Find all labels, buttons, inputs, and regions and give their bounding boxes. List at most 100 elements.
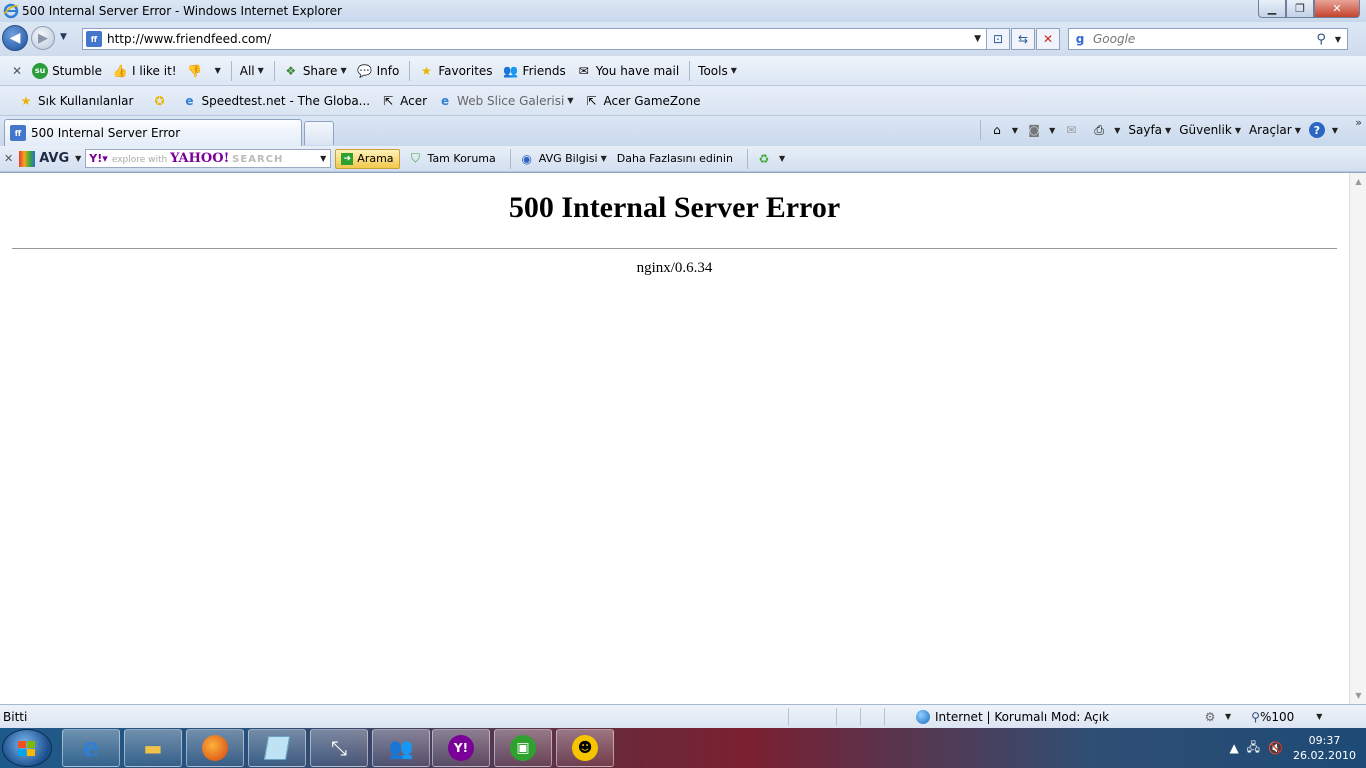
title-bar: 500 Internal Server Error - Windows Inte…: [0, 0, 1366, 22]
scroll-up-icon[interactable]: ▲: [1350, 173, 1366, 190]
tab-row: ff 500 Internal Server Error ⌂ ▼ ◙ ▼ ✉ ⎙…: [0, 116, 1366, 146]
friends-button[interactable]: 👥 Friends: [503, 63, 566, 79]
new-tab-button[interactable]: [304, 121, 334, 145]
taskbar-app-button[interactable]: ⤡: [310, 729, 368, 767]
site-favicon-icon: ff: [10, 125, 26, 141]
ie-logo-icon: [3, 3, 19, 19]
separator: [689, 60, 691, 81]
lock-gear-icon: ⚙: [1204, 709, 1216, 724]
get-more-link[interactable]: Daha Fazlasını edinin: [617, 152, 733, 165]
share-icon: ❖: [285, 63, 297, 78]
stumble-button[interactable]: su Stumble: [32, 62, 102, 79]
recent-pages-dropdown[interactable]: ▼: [60, 32, 67, 42]
avg-menu[interactable]: AVG ▼: [19, 150, 81, 167]
favorites-center-button[interactable]: ★ Sık Kullanılanlar: [18, 93, 134, 109]
thumbs-down-button[interactable]: 👎 ▼: [187, 63, 221, 79]
start-button[interactable]: [2, 729, 52, 767]
firefox-icon: [202, 735, 228, 761]
address-bar[interactable]: ff http://www.friendfeed.com/ ▼: [82, 28, 988, 50]
search-button[interactable]: ➜ Arama: [335, 148, 400, 169]
chevron-down-icon[interactable]: ▼: [1335, 35, 1341, 44]
chevron-down-icon: ▼: [1294, 125, 1301, 135]
shortcut-icon: ⇱: [383, 93, 394, 108]
yahoo-search-hint[interactable]: explore with YAHOO! SEARCH: [112, 151, 317, 166]
taskbar-ie-button[interactable]: e: [62, 729, 120, 767]
full-protection-button[interactable]: ⛉ Tam Koruma: [408, 151, 496, 167]
taskbar-explorer-button[interactable]: ▬: [124, 729, 182, 767]
chevron-down-icon: ▼: [1225, 712, 1232, 721]
safety-menu[interactable]: Güvenlik ▼: [1179, 123, 1241, 137]
tools-menu[interactable]: Araçlar ▼: [1249, 123, 1301, 137]
share-dropdown[interactable]: ❖ Share ▼: [283, 63, 346, 79]
taskbar-firefox-button[interactable]: [186, 729, 244, 767]
favorites-button[interactable]: ★ Favorites: [418, 63, 493, 79]
rss-icon: ◙: [1028, 123, 1040, 137]
people-icon: 👥: [503, 63, 519, 78]
page-menu[interactable]: Sayfa ▼: [1128, 123, 1171, 137]
zoom-control[interactable]: ⚲ %100 ▼: [1251, 710, 1322, 724]
read-mail-button[interactable]: ✉: [1063, 122, 1083, 138]
refresh-check-icon: ♻: [758, 151, 770, 166]
yahoo-brand-text: YAHOO!: [170, 151, 230, 166]
tools-dropdown[interactable]: Tools ▼: [698, 64, 737, 78]
show-hidden-icons-icon[interactable]: ▲: [1229, 741, 1238, 755]
volume-muted-icon[interactable]: 🔇: [1268, 741, 1283, 755]
chevron-down-icon: ▼: [1316, 712, 1323, 721]
chevron-down-icon: ▼: [1165, 125, 1172, 135]
resize-arrows-icon: ⤡: [331, 736, 347, 760]
help-menu[interactable]: ? ▼: [1308, 122, 1338, 138]
stop-button[interactable]: ✕: [1036, 28, 1060, 50]
chevron-down-icon[interactable]: ▼: [320, 154, 326, 163]
info-button[interactable]: 💬 Info: [357, 63, 399, 79]
taskbar-app-button[interactable]: ▣: [494, 729, 552, 767]
yahoo-search-box[interactable]: Y!▾ explore with YAHOO! SEARCH ▼: [85, 149, 332, 168]
security-zone-label: Internet | Korumalı Mod: Açık: [935, 709, 1110, 724]
close-toolbar-icon[interactable]: ✕: [4, 152, 13, 165]
search-box[interactable]: g ⚲ ▼: [1068, 28, 1348, 50]
chevron-down-icon[interactable]: ▼: [974, 34, 981, 44]
refresh-button[interactable]: ⇆: [1011, 28, 1035, 50]
forward-button[interactable]: ▶: [31, 26, 55, 50]
thumbs-up-icon: 👍: [112, 63, 128, 78]
network-icon[interactable]: 🖧: [1247, 738, 1260, 759]
add-to-favorites-button[interactable]: ✪: [151, 93, 171, 109]
scroll-down-icon[interactable]: ▼: [1350, 687, 1366, 704]
favorite-link[interactable]: ⇱ Acer: [380, 93, 427, 109]
security-zone[interactable]: Internet | Korumalı Mod: Açık: [916, 709, 1196, 724]
safety-menu-label: Güvenlik: [1179, 123, 1232, 137]
toolbar-overflow-icon[interactable]: »: [1355, 116, 1362, 129]
chevron-down-icon[interactable]: ▼: [215, 66, 221, 75]
taskbar-app-button[interactable]: ☻: [556, 729, 614, 767]
minimize-button[interactable]: ▁: [1258, 0, 1286, 18]
feeds-button[interactable]: ◙ ▼: [1026, 122, 1055, 138]
print-button[interactable]: ⎙ ▼: [1091, 122, 1120, 138]
web-slice-gallery-dropdown[interactable]: e Web Slice Galerisi ▼: [437, 93, 574, 109]
shield-icon: ⛉: [411, 151, 421, 165]
search-icon[interactable]: ⚲: [1316, 32, 1326, 47]
avg-extra-dropdown[interactable]: ♻ ▼: [756, 151, 786, 167]
vertical-scrollbar[interactable]: ▲ ▼: [1349, 173, 1366, 704]
avg-logo-icon: [19, 150, 36, 167]
taskbar-messenger-button[interactable]: 👥: [372, 729, 430, 767]
close-toolbar-icon[interactable]: ✕: [12, 64, 22, 78]
i-like-it-button[interactable]: 👍 I like it!: [112, 63, 177, 79]
compatibility-view-button[interactable]: ⊡: [986, 28, 1010, 50]
taskbar-yahoo-button[interactable]: Y!: [432, 729, 490, 767]
tab-active[interactable]: ff 500 Internal Server Error: [4, 119, 302, 146]
mail-button[interactable]: ✉ You have mail: [576, 63, 680, 79]
protected-mode-button[interactable]: ⚙ ▼: [1202, 709, 1232, 725]
maximize-button[interactable]: ❐: [1286, 0, 1314, 18]
avg-info-dropdown[interactable]: ◉ AVG Bilgisi ▼: [519, 151, 607, 167]
clock[interactable]: 09:37 26.02.2010: [1293, 733, 1356, 763]
taskbar-app-button[interactable]: [248, 729, 306, 767]
help-icon: ?: [1308, 122, 1325, 138]
home-button[interactable]: ⌂ ▼: [989, 122, 1018, 138]
close-button[interactable]: ✕: [1314, 0, 1360, 18]
shortcut-icon: ⇱: [586, 93, 597, 108]
search-input[interactable]: [1093, 32, 1317, 46]
back-button[interactable]: ◀: [2, 25, 28, 51]
favorite-link[interactable]: ⇱ Acer GameZone: [583, 93, 700, 109]
all-dropdown[interactable]: All ▼: [240, 64, 264, 78]
favorite-link[interactable]: e Speedtest.net - The Globa...: [181, 93, 370, 109]
address-input[interactable]: http://www.friendfeed.com/: [107, 32, 974, 46]
